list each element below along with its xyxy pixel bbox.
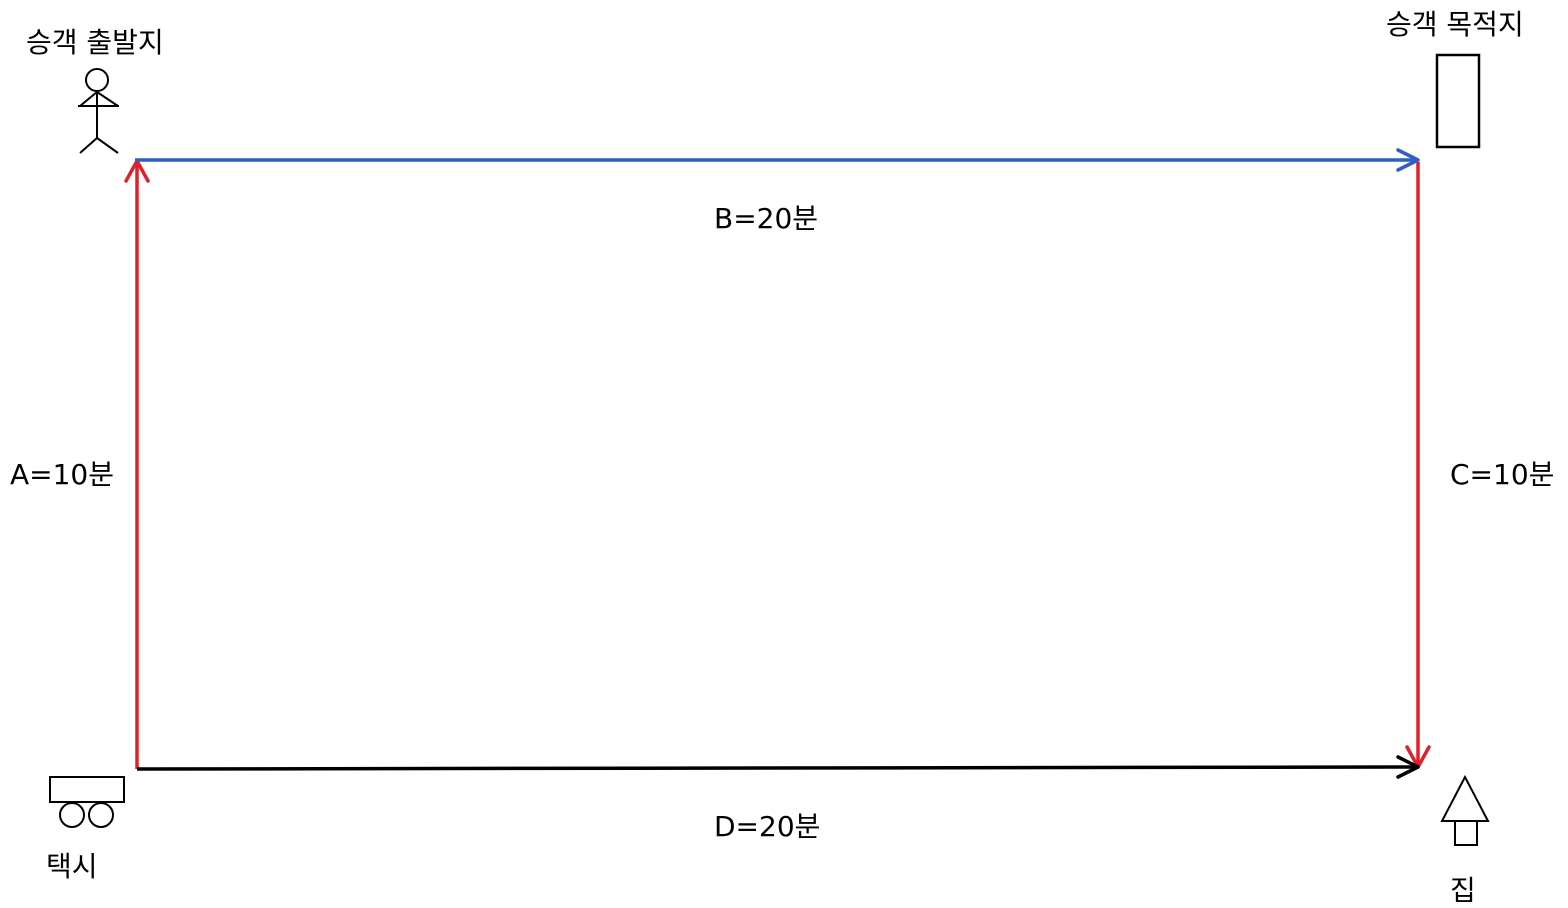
edge-a-label: A=10분 [10, 458, 114, 491]
home-label: 집 [1450, 874, 1476, 907]
destination-label: 승객 목적지 [1386, 8, 1524, 41]
node-destination: 승객 목적지 [1386, 8, 1524, 149]
edge-c: C=10분 [1405, 162, 1554, 769]
edge-b: B=20분 [135, 148, 1420, 235]
edge-d: D=20분 [136, 755, 1420, 843]
edge-d-label: D=20분 [714, 810, 820, 843]
node-home: 집 [1440, 774, 1490, 907]
building-icon [1435, 53, 1481, 149]
origin-label: 승객 출발지 [26, 26, 164, 59]
stick-figure-icon [78, 68, 119, 154]
edge-a: A=10분 [10, 159, 150, 769]
edge-b-label: B=20분 [714, 202, 818, 235]
node-origin: 승객 출발지 [26, 26, 164, 154]
edge-d-line [136, 765, 1417, 771]
taxi-label: 택시 [46, 850, 98, 883]
route-diagram: A=10분 B=20분 C=10분 D=20분 승객 출발지 승객 목적지 택시… [10, 8, 1554, 907]
node-taxi: 택시 [46, 776, 125, 883]
edge-c-label: C=10분 [1450, 458, 1554, 491]
house-icon [1440, 774, 1490, 846]
taxi-icon [49, 776, 125, 828]
